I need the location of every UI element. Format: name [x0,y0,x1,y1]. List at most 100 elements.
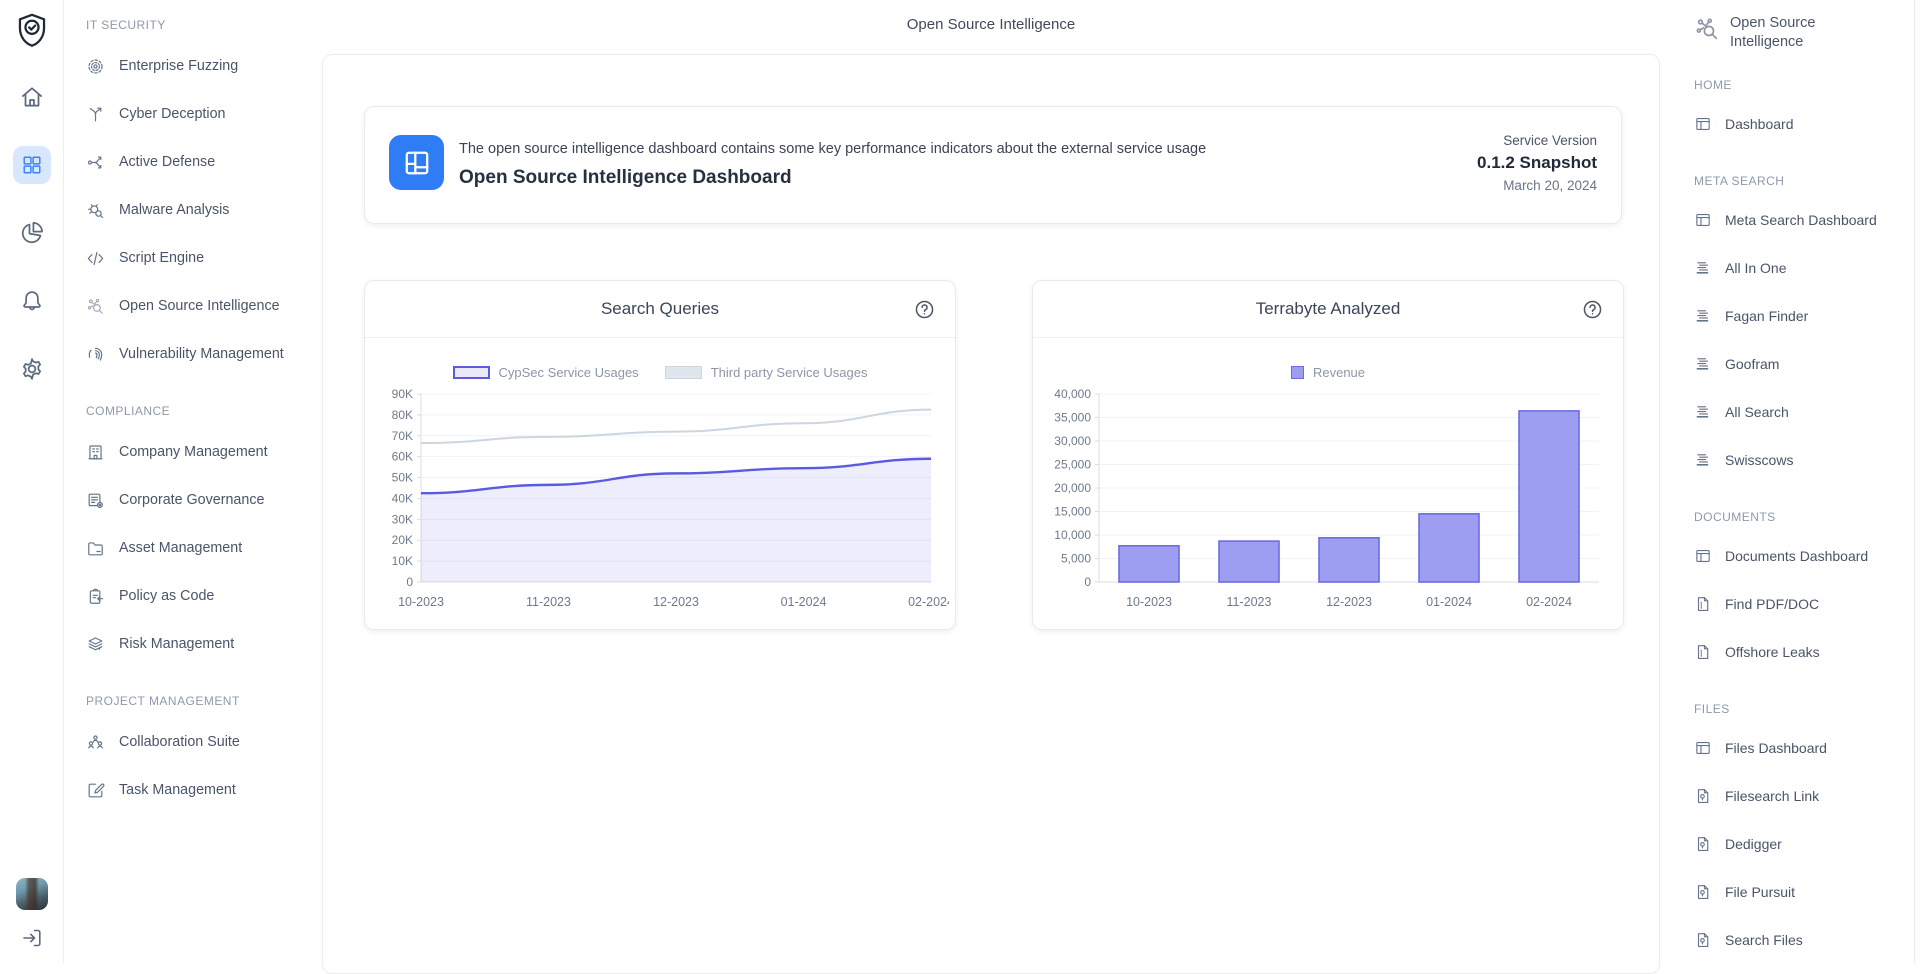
svg-text:01-2024: 01-2024 [781,595,827,609]
nav-item-vulnerability-management[interactable]: Vulnerability Management [86,330,322,378]
nav-section-label-files: FILES [1694,702,1912,716]
svg-text:25,000: 25,000 [1054,458,1091,472]
legend-swatch [1291,366,1304,379]
nav-item-label: All Search [1725,404,1789,420]
nav-item-meta-search-dashboard[interactable]: Meta Search Dashboard [1694,196,1912,244]
nav-item-label: File Pursuit [1725,884,1795,900]
nav-item-offshore-leaks[interactable]: Offshore Leaks [1694,628,1912,676]
nav-item-label: Filesearch Link [1725,788,1819,804]
nav-item-label: Task Management [119,782,236,798]
nav-item-label: Dashboard [1725,116,1794,132]
nav-item-dashboard[interactable]: Dashboard [1694,100,1912,148]
nav-item-label: Offshore Leaks [1725,644,1820,660]
nav-item-swisscows[interactable]: Swisscows [1694,436,1912,484]
svg-text:30K: 30K [392,512,413,526]
nav-item-active-defense[interactable]: Active Defense [86,138,322,186]
svg-text:90K: 90K [392,387,413,401]
nav-item-corporate-governance[interactable]: Corporate Governance [86,476,322,524]
logout-icon[interactable] [20,926,44,950]
help-icon[interactable] [1582,299,1603,320]
legend-label: CypSec Service Usages [499,365,639,380]
nav-item-documents-dashboard[interactable]: Documents Dashboard [1694,532,1912,580]
gear-icon[interactable] [19,356,45,382]
icon-rail [0,0,64,963]
nav-item-label: Vulnerability Management [119,346,284,362]
left-nav: IT SECURITYEnterprise FuzzingCyber Decep… [64,0,322,963]
svg-text:50K: 50K [392,471,413,485]
code-icon [86,249,105,268]
file-search-icon [1694,835,1712,853]
svg-text:10K: 10K [392,554,413,568]
nav-item-label: Fagan Finder [1725,308,1808,324]
home-icon[interactable] [19,84,45,110]
legend-label: Revenue [1313,365,1365,380]
nav-item-label: Active Defense [119,154,215,170]
legend-item-cypsec-service-usages[interactable]: CypSec Service Usages [453,365,639,380]
nav-item-files-dashboard[interactable]: Files Dashboard [1694,724,1912,772]
svg-text:10-2023: 10-2023 [398,595,444,609]
bug-search-icon [86,201,105,220]
nav-item-label: Open Source Intelligence [119,298,280,314]
dashboard-description: The open source intelligence dashboard c… [459,141,1206,157]
legend-label: Third party Service Usages [711,365,868,380]
bell-icon[interactable] [19,288,45,314]
fingerprint-icon [86,345,105,364]
route-icon [86,153,105,172]
nav-item-open-source-intelligence[interactable]: Open Source Intelligence [86,282,322,330]
svg-text:10-2023: 10-2023 [1126,595,1172,609]
main-content-panel: The open source intelligence dashboard c… [322,54,1660,974]
terrabyte-analyzed-card: Terrabyte Analyzed Revenue 05,00010,0001… [1032,280,1624,630]
folder-icon [86,539,105,558]
nav-item-risk-management[interactable]: Risk Management [86,620,322,668]
right-edge-divider [1914,0,1915,963]
dashboard-icon [1694,547,1712,565]
nav-item-goofram[interactable]: Goofram [1694,340,1912,388]
svg-text:80K: 80K [392,408,413,422]
layers-eye-icon [86,635,105,654]
nav-item-all-in-one[interactable]: All In One [1694,244,1912,292]
page-title: Open Source Intelligence [322,16,1660,33]
help-icon[interactable] [914,299,935,320]
nav-item-label: Find PDF/DOC [1725,596,1819,612]
nav-item-company-management[interactable]: Company Management [86,428,322,476]
dashboard-icon [1694,115,1712,133]
terrabyte-analyzed-chart: 05,00010,00015,00020,00025,00030,00035,0… [1043,384,1617,624]
nav-item-collaboration-suite[interactable]: Collaboration Suite [86,718,322,766]
nav-item-label: Meta Search Dashboard [1725,212,1877,228]
nav-item-filesearch-link[interactable]: Filesearch Link [1694,772,1912,820]
grid-icon-active[interactable] [13,146,51,184]
nav-item-task-management[interactable]: Task Management [86,766,322,814]
nav-item-all-search[interactable]: All Search [1694,388,1912,436]
svg-text:40,000: 40,000 [1054,387,1091,401]
svg-text:12-2023: 12-2023 [1326,595,1372,609]
legend-swatch [665,366,702,379]
nav-section-label-compliance: COMPLIANCE [86,404,322,418]
legend-item-third-party-service-usages[interactable]: Third party Service Usages [665,365,868,380]
nav-item-asset-management[interactable]: Asset Management [86,524,322,572]
user-avatar[interactable] [16,878,48,910]
nav-item-cyber-deception[interactable]: Cyber Deception [86,90,322,138]
nav-item-script-engine[interactable]: Script Engine [86,234,322,282]
legend-item-revenue[interactable]: Revenue [1291,365,1365,380]
nav-item-label: Dedigger [1725,836,1782,852]
nav-item-policy-as-code[interactable]: Policy as Code [86,572,322,620]
nav-item-label: Documents Dashboard [1725,548,1868,564]
nav-item-find-pdf-doc[interactable]: Find PDF/DOC [1694,580,1912,628]
nav-item-fagan-finder[interactable]: Fagan Finder [1694,292,1912,340]
nav-item-malware-analysis[interactable]: Malware Analysis [86,186,322,234]
nav-item-enterprise-fuzzing[interactable]: Enterprise Fuzzing [86,42,322,90]
list-lines-icon [1694,451,1712,469]
list-lines-icon [1694,403,1712,421]
dashboard-icon [1694,211,1712,229]
file-search-icon [1694,787,1712,805]
chart-legend: Revenue [1033,365,1623,380]
svg-text:20K: 20K [392,533,413,547]
nav-item-search-files[interactable]: Search Files [1694,916,1912,964]
svg-text:12-2023: 12-2023 [653,595,699,609]
chart-title: Search Queries [601,299,719,319]
nav-item-label: Swisscows [1725,452,1793,468]
nav-item-dedigger[interactable]: Dedigger [1694,820,1912,868]
nav-item-file-pursuit[interactable]: File Pursuit [1694,868,1912,916]
card-header: Terrabyte Analyzed [1033,281,1623,338]
pie-chart-icon[interactable] [19,220,45,246]
